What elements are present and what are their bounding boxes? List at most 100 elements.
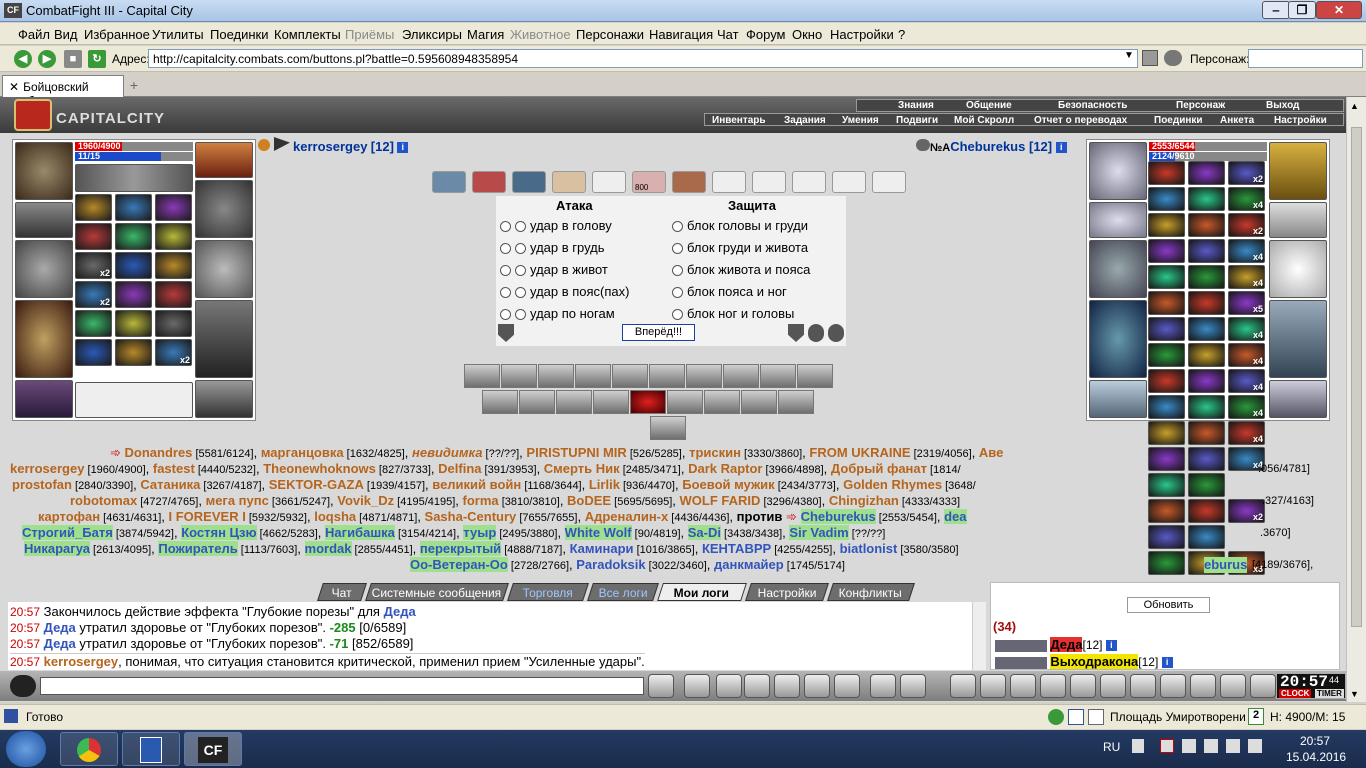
enemy-boots-slot[interactable] <box>1269 380 1327 418</box>
participant-name[interactable]: данкмайер <box>714 557 784 572</box>
shield-icon[interactable] <box>788 324 804 342</box>
menu-item[interactable]: Окно <box>792 27 822 42</box>
menu-item[interactable]: Утилиты <box>152 27 204 42</box>
inventory-slot[interactable] <box>155 310 192 337</box>
inventory-slot[interactable] <box>115 281 152 308</box>
battle-skill-button[interactable] <box>464 364 500 388</box>
player-effects-slot[interactable] <box>75 164 193 192</box>
enemy-inventory-slot[interactable] <box>1188 161 1225 185</box>
player-rune-slots[interactable] <box>75 382 193 418</box>
minimize-button[interactable]: ‒ <box>1262 1 1290 19</box>
menu-item[interactable]: ? <box>898 27 905 42</box>
chrome-app[interactable] <box>60 732 118 766</box>
enemy-inventory-slot[interactable]: x4 <box>1228 239 1265 263</box>
belt-slot[interactable] <box>15 380 73 418</box>
tab-fight-club[interactable]: ✕Бойцовский клуб <box>2 75 124 108</box>
menu-item[interactable]: Магия <box>467 27 504 42</box>
nav-deeds[interactable]: Подвиги <box>896 115 938 126</box>
attack-radio-b[interactable] <box>515 243 526 255</box>
participant-name[interactable]: biatlonist <box>840 541 898 556</box>
menu-item[interactable]: Поединки <box>210 27 269 42</box>
battle-skill-button[interactable] <box>723 364 759 388</box>
participant-name[interactable]: fastest <box>153 461 195 476</box>
money-icon[interactable] <box>1010 674 1036 698</box>
legs-slot[interactable] <box>195 300 253 378</box>
enemy-inventory-slot[interactable]: x2 <box>1228 213 1265 237</box>
page-scrollbar[interactable]: ▲ ▼ <box>1346 97 1366 702</box>
inventory-slot[interactable] <box>155 281 192 308</box>
attack-radio-b[interactable] <box>515 265 526 277</box>
nav-battles[interactable]: Поединки <box>1154 115 1203 126</box>
flag-icon[interactable] <box>1220 674 1246 698</box>
inventory-slot[interactable] <box>115 252 152 279</box>
menu-item[interactable]: Форум <box>746 27 786 42</box>
volume-icon[interactable] <box>1248 739 1262 753</box>
box-icon[interactable] <box>1040 674 1066 698</box>
participant-name[interactable]: mordak <box>304 541 352 556</box>
chat-tab[interactable]: Конфликты <box>827 583 915 601</box>
new-tab-button[interactable]: + <box>126 78 142 94</box>
inventory-slot[interactable]: x2 <box>75 281 112 308</box>
battle-skill-button[interactable] <box>630 390 666 414</box>
chat-tab[interactable]: Мои логи <box>657 583 747 601</box>
inventory-slot[interactable] <box>115 194 152 221</box>
participant-name[interactable]: Смерть Ник <box>544 461 620 476</box>
attack-radio-b[interactable] <box>515 287 526 299</box>
participant-name[interactable]: перекрытый <box>419 541 502 556</box>
battle-skill-button[interactable] <box>612 364 648 388</box>
chat-mode-icon[interactable] <box>10 675 36 697</box>
nav-security[interactable]: Безопасность <box>1058 100 1127 111</box>
menu-item[interactable]: Животное <box>510 27 571 42</box>
chat-scrollbar[interactable] <box>972 602 986 670</box>
menu-item[interactable]: Настройки <box>830 27 894 42</box>
refresh-button[interactable]: Обновить <box>1127 597 1210 613</box>
signal-icon[interactable] <box>1226 739 1240 753</box>
scroll-slot[interactable] <box>512 171 546 193</box>
battle-skill-button[interactable] <box>575 364 611 388</box>
start-button[interactable] <box>6 731 46 767</box>
inventory-slot[interactable] <box>115 310 152 337</box>
filter-icon[interactable] <box>716 674 742 698</box>
sword-icon[interactable] <box>980 674 1006 698</box>
restore-button[interactable]: ❐ <box>1288 1 1316 19</box>
player-name[interactable]: kerrosergey <box>293 139 367 154</box>
enemy-inventory-slot[interactable] <box>1188 343 1225 367</box>
stop-icon[interactable]: ■ <box>64 50 82 68</box>
battery-icon[interactable] <box>1204 739 1218 753</box>
inventory-slot[interactable] <box>115 339 152 366</box>
refresh-round-icon[interactable] <box>828 324 844 342</box>
attack-radio-a[interactable] <box>500 309 511 321</box>
chat-tab[interactable]: Чат <box>317 583 367 601</box>
enemy-earrings-slot[interactable] <box>1269 142 1327 200</box>
gloves-slot[interactable] <box>195 180 253 238</box>
app-tray-icon[interactable] <box>1182 739 1196 753</box>
participant-name[interactable]: forma <box>463 493 499 508</box>
translit-icon[interactable] <box>804 674 830 698</box>
participant-name[interactable]: Cheburekus <box>800 509 876 524</box>
list-icon[interactable] <box>1068 709 1084 725</box>
nav-profile[interactable]: Анкета <box>1220 115 1254 126</box>
enemy-name[interactable]: Cheburekus <box>950 139 1025 154</box>
participant-name[interactable]: Lirlik <box>589 477 620 492</box>
storage-app[interactable] <box>122 732 180 766</box>
participant-name[interactable]: Paradoksik <box>576 557 645 572</box>
participant-name[interactable]: картофан <box>38 509 100 524</box>
block-radio[interactable] <box>672 243 683 255</box>
nav-settings[interactable]: Настройки <box>1274 115 1327 126</box>
language-indicator[interactable]: RU <box>1103 740 1120 754</box>
participant-name[interactable]: Добрый фанат <box>831 461 927 476</box>
enemy-inventory-slot[interactable]: x4 <box>1228 265 1265 289</box>
participant-name[interactable]: Theonewhoknows <box>263 461 376 476</box>
enemy-inventory-slot[interactable]: x5 <box>1228 291 1265 315</box>
participant-name[interactable]: Костян Цзю <box>181 525 257 540</box>
participant-name[interactable]: невидимка <box>412 445 482 460</box>
enemy-inventory-slot[interactable] <box>1148 317 1185 341</box>
player-info-icon[interactable]: i <box>397 142 409 154</box>
enemy-inventory-slot[interactable] <box>1148 395 1185 419</box>
chat-user[interactable]: kerrosergey <box>44 654 118 669</box>
inventory-slot[interactable] <box>155 223 192 250</box>
participant-name[interactable]: Sa-Di <box>687 525 721 540</box>
clear-icon[interactable] <box>684 674 710 698</box>
taskbar-time[interactable]: 20:57 <box>1300 734 1330 748</box>
tray-flag-icon[interactable] <box>1132 739 1144 753</box>
